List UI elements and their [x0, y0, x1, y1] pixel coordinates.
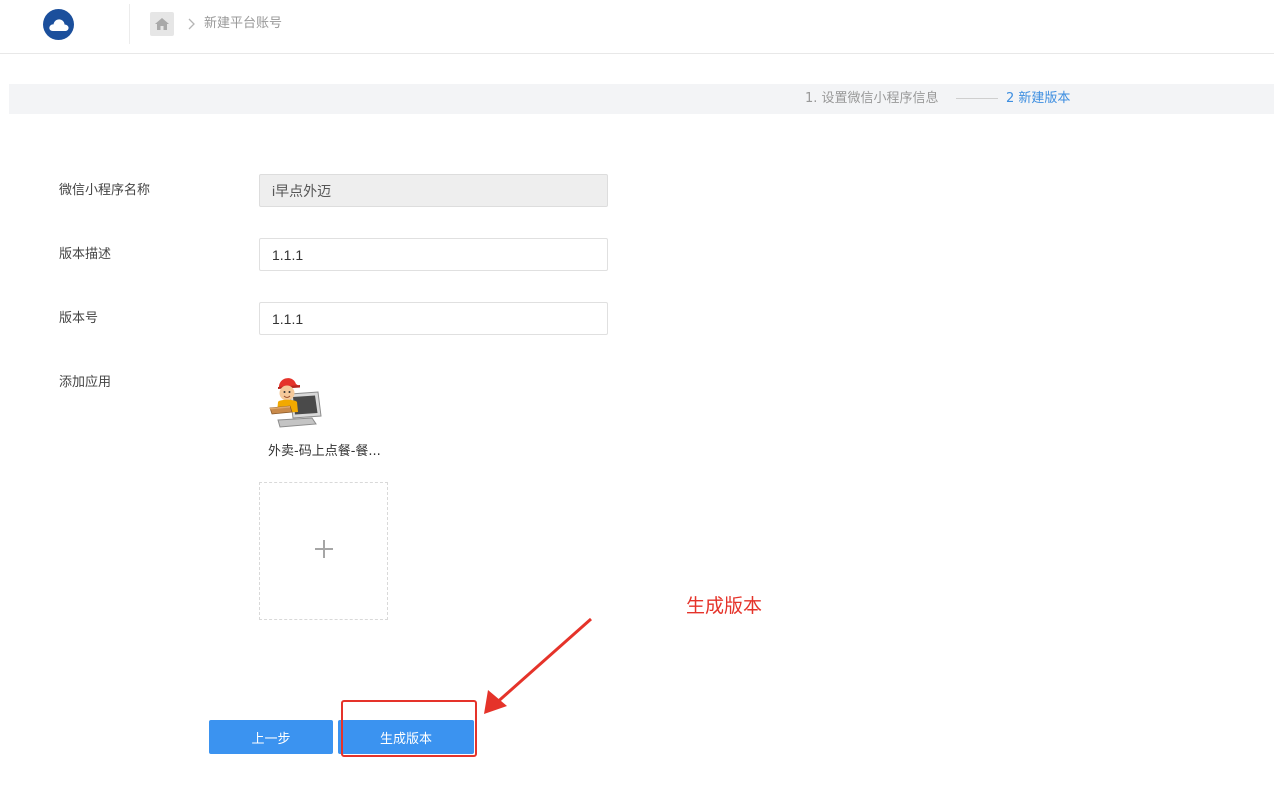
step-connector [956, 98, 998, 99]
delivery-app-icon[interactable] [266, 372, 326, 432]
annotation-text: 生成版本 [686, 595, 763, 617]
prev-step-button[interactable]: 上一步 [209, 720, 333, 754]
annotation-arrow-icon [484, 617, 592, 714]
add-app-button[interactable] [259, 482, 388, 620]
step-2-label: 2 新建版本 [1006, 91, 1071, 106]
miniprogram-name-label: 微信小程序名称 [59, 183, 151, 198]
cloud-icon[interactable] [43, 9, 74, 40]
top-header: 新建平台账号 [0, 0, 1274, 54]
add-app-label: 添加应用 [59, 375, 112, 390]
steps-bar [9, 84, 1274, 114]
step-1-label[interactable]: 1. 设置微信小程序信息 [805, 90, 939, 108]
generate-version-button[interactable]: 生成版本 [338, 720, 474, 754]
chevron-right-icon [184, 14, 198, 34]
miniprogram-name-input [259, 174, 608, 207]
header-divider [129, 4, 130, 44]
home-icon[interactable] [150, 12, 174, 36]
version-desc-input[interactable] [259, 238, 608, 271]
version-number-input[interactable] [259, 302, 608, 335]
plus-icon [314, 539, 334, 563]
version-desc-label: 版本描述 [59, 247, 112, 262]
breadcrumb-current: 新建平台账号 [204, 16, 283, 31]
app-name: 外卖-码上点餐-餐... [268, 444, 381, 459]
version-number-label: 版本号 [59, 311, 99, 326]
